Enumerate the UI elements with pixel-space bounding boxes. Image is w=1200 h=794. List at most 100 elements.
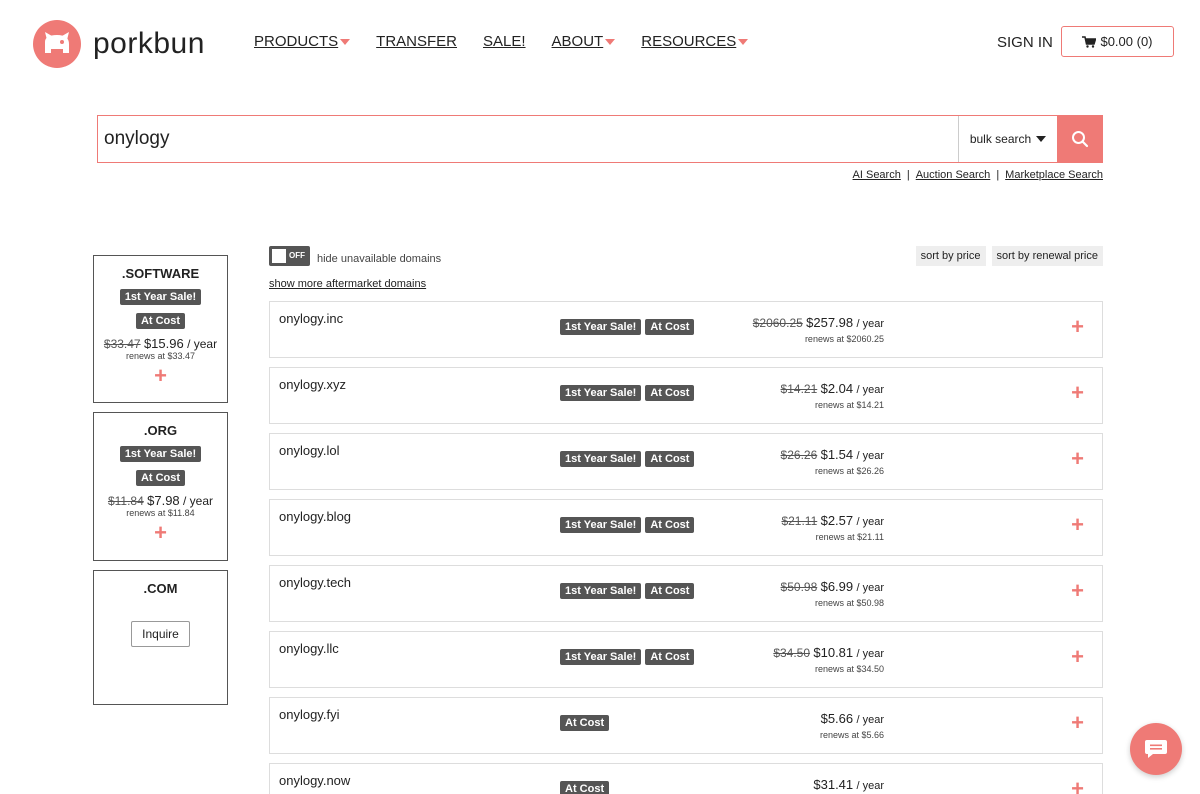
price-unit: / year (856, 516, 884, 528)
chat-button[interactable] (1130, 723, 1182, 775)
price-block: $33.47 $15.96 / year (94, 336, 227, 351)
domain-name: onylogy.tech (279, 575, 352, 590)
price-block: $50.98 $6.99 / year renews at $50.98 (781, 579, 884, 608)
price-block: $34.50 $10.81 / year renews at $34.50 (773, 645, 884, 674)
tld-name: .ORG (143, 423, 178, 438)
result-row: onylogy.lol 1st Year Sale! At Cost $26.2… (269, 433, 1103, 490)
badges: 1st Year Sale! At Cost (560, 583, 698, 599)
auction-search-link[interactable]: Auction Search (916, 169, 991, 181)
badges: At Cost (560, 781, 613, 794)
renewal-price: renews at $21.11 (815, 532, 884, 542)
caret-down-icon (1036, 136, 1047, 142)
plus-icon[interactable]: + (1071, 580, 1084, 602)
result-row: onylogy.tech 1st Year Sale! At Cost $50.… (269, 565, 1103, 622)
main-nav: PRODUCTS TRANSFER SALE! ABOUT RESOURCES (254, 33, 774, 50)
sale-badge: 1st Year Sale! (119, 289, 202, 305)
domain-name: onylogy.blog (279, 509, 352, 524)
price-block: $21.11 $2.57 / year renews at $21.11 (781, 513, 884, 542)
domain-name: onylogy.lol (279, 443, 340, 458)
caret-down-icon (738, 38, 749, 45)
cart-total: $0.00 (0) (1100, 34, 1153, 49)
search-mode-dropdown[interactable]: bulk search (958, 116, 1057, 162)
sort-by-renewal-button[interactable]: sort by renewal price (991, 246, 1103, 266)
nav-resources[interactable]: RESOURCES (641, 33, 749, 50)
search-input[interactable] (98, 116, 958, 162)
current-price: $10.81 (813, 645, 854, 660)
nav-products[interactable]: PRODUCTS (254, 33, 351, 50)
renewal-price: renews at $34.50 (814, 664, 884, 674)
current-price: $31.41 (813, 777, 854, 792)
nav-about[interactable]: ABOUT (552, 33, 616, 50)
plus-icon[interactable]: + (1071, 712, 1084, 734)
price-block: $14.21 $2.04 / year renews at $14.21 (781, 381, 884, 410)
plus-icon[interactable]: + (1071, 778, 1084, 794)
renewal-price: renews at $26.26 (814, 466, 884, 476)
current-price: $2.04 (820, 381, 854, 396)
at-cost-badge: At Cost (645, 319, 695, 335)
marketplace-search-link[interactable]: Marketplace Search (1005, 169, 1103, 181)
plus-icon[interactable]: + (94, 365, 227, 387)
plus-icon[interactable]: + (1071, 316, 1084, 338)
price-block: $2060.25 $257.98 / year renews at $2060.… (753, 315, 884, 344)
nav-transfer[interactable]: TRANSFER (376, 33, 457, 50)
current-price: $6.99 (820, 579, 854, 594)
domain-name: onylogy.inc (279, 311, 344, 326)
cart-button[interactable]: $0.00 (0) (1061, 26, 1174, 57)
caret-down-icon (605, 38, 616, 45)
toggle-label: hide unavailable domains (317, 253, 442, 265)
old-price: $34.50 (773, 646, 811, 660)
current-price: $7.98 (147, 493, 180, 508)
cart-icon (1082, 35, 1097, 48)
badges: 1st Year Sale! At Cost (560, 385, 698, 401)
price-unit: / year (856, 582, 884, 594)
inquire-button[interactable]: Inquire (131, 621, 190, 647)
domain-name: onylogy.llc (279, 641, 339, 656)
at-cost-badge: At Cost (645, 649, 695, 665)
sale-badge: 1st Year Sale! (560, 649, 642, 665)
plus-icon[interactable]: + (1071, 646, 1084, 668)
logo[interactable]: porkbun (33, 20, 205, 68)
domain-name: onylogy.fyi (279, 707, 340, 722)
brand-name: porkbun (93, 27, 205, 60)
plus-icon[interactable]: + (1071, 514, 1084, 536)
current-price: $5.66 (820, 711, 854, 726)
sign-in-link[interactable]: SIGN IN (997, 34, 1053, 51)
search-button[interactable] (1057, 116, 1102, 162)
sale-badge: 1st Year Sale! (560, 583, 642, 599)
nav-sale[interactable]: SALE! (483, 33, 526, 50)
hide-unavailable-toggle[interactable]: OFF (269, 246, 310, 266)
sort-controls: sort by price sort by renewal price (910, 246, 1103, 266)
aftermarket-link[interactable]: show more aftermarket domains (269, 278, 426, 290)
at-cost-badge: At Cost (135, 313, 186, 329)
badges: 1st Year Sale! At Cost (560, 319, 698, 335)
pig-icon (33, 20, 81, 68)
toggle-knob (272, 249, 286, 263)
old-price: $21.11 (781, 514, 818, 528)
renewal-price: renews at $5.66 (819, 730, 884, 740)
result-row: onylogy.xyz 1st Year Sale! At Cost $14.2… (269, 367, 1103, 424)
search-links: AI Search | Auction Search | Marketplace… (853, 169, 1103, 181)
renewal-price: renews at $14.21 (814, 400, 884, 410)
badges: 1st Year Sale! At Cost (560, 451, 698, 467)
badges: 1st Year Sale! At Cost (560, 649, 698, 665)
sale-badge: 1st Year Sale! (560, 385, 642, 401)
nav-sale-label: SALE! (483, 33, 526, 50)
nav-transfer-label: TRANSFER (376, 33, 458, 50)
featured-tld-software: .SOFTWARE 1st Year Sale! At Cost $33.47 … (93, 255, 228, 403)
price-block: $31.41 / year (813, 777, 884, 792)
plus-icon[interactable]: + (94, 522, 227, 544)
old-price: $33.47 (103, 337, 141, 351)
search-bar: bulk search (97, 115, 1103, 163)
old-price: $2060.25 (752, 316, 803, 330)
plus-icon[interactable]: + (1071, 382, 1084, 404)
sort-by-price-button[interactable]: sort by price (915, 246, 986, 266)
ai-search-link[interactable]: AI Search (853, 169, 901, 181)
plus-icon[interactable]: + (1071, 448, 1084, 470)
nav-products-label: PRODUCTS (254, 33, 339, 50)
featured-tld-org: .ORG 1st Year Sale! At Cost $11.84 $7.98… (93, 412, 228, 561)
tld-name: .SOFTWARE (121, 266, 200, 281)
price-block: $11.84 $7.98 / year (94, 493, 227, 508)
current-price: $2.57 (820, 513, 854, 528)
price-unit: / year (856, 450, 884, 462)
renewal-price: renews at $33.47 (125, 351, 196, 361)
